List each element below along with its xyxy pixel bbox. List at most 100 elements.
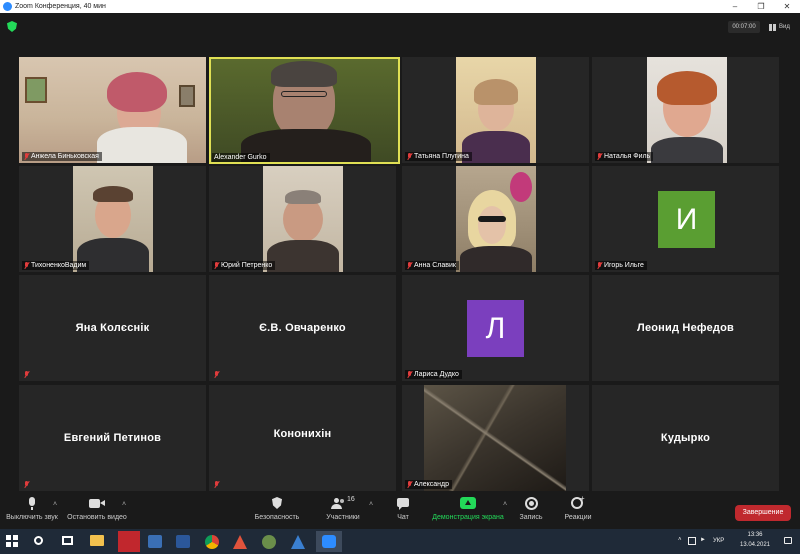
participant-video — [456, 166, 536, 272]
chat-button[interactable]: Чат — [390, 497, 416, 521]
network-icon[interactable] — [688, 537, 696, 545]
notifications-icon[interactable] — [784, 537, 792, 544]
close-icon[interactable]: ✕ — [774, 2, 800, 11]
app-icon[interactable] — [233, 535, 247, 549]
mute-button[interactable]: Выключить звук — [4, 497, 60, 521]
participant-video — [263, 166, 343, 272]
maximize-icon[interactable]: ❐ — [748, 2, 774, 11]
participant-name-label: Наталья Филь — [595, 152, 654, 161]
participant-name-label: Юрий Петренко — [212, 261, 276, 270]
participant-tile[interactable]: Анна Славик — [402, 166, 589, 272]
participant-avatar: Л — [467, 300, 524, 357]
mic-muted-icon — [407, 481, 412, 488]
mic-muted-icon — [214, 371, 219, 378]
volume-icon[interactable]: ► — [700, 537, 706, 543]
participant-tile[interactable]: Кудырко — [592, 385, 779, 491]
participant-tile[interactable]: Л Лариса Дудко — [402, 275, 589, 381]
language-indicator[interactable]: УКР — [713, 538, 724, 544]
participant-tile[interactable]: Юрий Петренко — [209, 166, 396, 272]
participant-big-name: Кононихін — [273, 427, 332, 440]
file-explorer-icon[interactable] — [90, 535, 104, 546]
participants-options-chevron-icon[interactable]: ˄ — [369, 501, 373, 508]
participants-count: 16 — [347, 496, 355, 503]
participant-tile[interactable]: Леонид Нефедов — [592, 275, 779, 381]
share-screen-button[interactable]: Демонстрация экрана — [430, 497, 506, 521]
mic-muted-icon — [407, 262, 412, 269]
security-label: Безопасность — [254, 514, 300, 521]
task-view-icon[interactable] — [62, 536, 73, 545]
participant-tile[interactable]: Александр — [402, 385, 589, 491]
stop-video-button[interactable]: Остановить видео — [66, 497, 128, 521]
participant-tile[interactable]: ТихоненкоВадим — [19, 166, 206, 272]
end-meeting-button[interactable]: Завершение — [735, 505, 791, 521]
participant-big-name: Евгений Петинов — [63, 432, 162, 444]
participant-video — [456, 57, 536, 163]
participant-tile[interactable]: Татьяна Плугина — [402, 57, 589, 163]
participant-silhouette — [474, 79, 518, 105]
grid-view-icon — [769, 23, 776, 31]
windows-taskbar: ˄ ► УКР 13:36 13.04.2021 — [0, 529, 800, 554]
word-icon[interactable] — [176, 535, 190, 548]
chrome-icon[interactable] — [205, 535, 219, 549]
participant-tile[interactable]: Є.В. Овчаренко — [209, 275, 396, 381]
zoom-taskbar-icon[interactable] — [316, 531, 342, 552]
acrobat-icon[interactable] — [118, 531, 140, 552]
participant-tile[interactable]: Яна Колєснік — [19, 275, 206, 381]
minimize-icon[interactable]: – — [722, 2, 748, 11]
participant-big-name: Яна Колєснік — [75, 322, 150, 334]
participant-tile[interactable]: Наталья Филь — [592, 57, 779, 163]
stop-video-label: Остановить видео — [67, 514, 127, 521]
ceiling-lines — [424, 385, 566, 491]
participant-silhouette — [657, 71, 717, 105]
clock-date[interactable]: 13.04.2021 — [734, 542, 776, 548]
participant-name-label: Лариса Дудко — [405, 370, 462, 379]
participant-silhouette — [460, 246, 532, 272]
window-title: Zoom Конференция, 40 мин — [15, 3, 106, 10]
mic-muted-icon — [407, 153, 412, 160]
save-app-icon[interactable] — [148, 535, 162, 548]
app-icon[interactable] — [262, 535, 276, 549]
participant-avatar: И — [658, 191, 715, 248]
participant-tile[interactable]: Кононихін — [209, 385, 396, 491]
window-titlebar: Zoom Конференция, 40 мин – ❐ ✕ — [0, 0, 800, 13]
share-screen-label: Демонстрация экрана — [432, 514, 504, 521]
security-button[interactable]: Безопасность — [252, 497, 302, 521]
meeting-timer: 00:07:00 — [728, 21, 760, 33]
tray-chevron-icon[interactable]: ˄ — [678, 537, 682, 543]
search-icon[interactable] — [34, 536, 43, 545]
windows-start-icon[interactable] — [6, 535, 18, 547]
mic-muted-icon — [597, 262, 602, 269]
participants-button[interactable]: 16 Участники — [320, 496, 366, 521]
participant-glasses — [281, 91, 327, 97]
participant-video — [19, 57, 206, 163]
participant-video — [647, 57, 727, 163]
record-button[interactable]: Запись — [516, 497, 546, 521]
participant-silhouette — [651, 137, 723, 163]
meeting-toolbar: Выключить звук ˄ Остановить видео ˄ Безо… — [0, 492, 800, 528]
participant-tile[interactable]: Евгений Петинов — [19, 385, 206, 491]
app-icon[interactable] — [291, 535, 305, 549]
participant-tile-active-speaker[interactable]: Alexander Gurko — [209, 57, 400, 164]
participant-tile[interactable]: И Игорь Ильге — [592, 166, 779, 272]
share-screen-icon — [460, 497, 476, 511]
participant-name-label — [212, 480, 222, 489]
encryption-shield-icon[interactable] — [7, 21, 17, 32]
participants-label: Участники — [326, 514, 360, 521]
shield-icon — [272, 497, 282, 511]
clock-time[interactable]: 13:36 — [742, 532, 768, 538]
share-options-chevron-icon[interactable]: ˄ — [503, 501, 507, 508]
mic-muted-icon — [597, 153, 602, 160]
mic-muted-icon — [24, 371, 29, 378]
view-button[interactable]: Вид — [769, 21, 790, 33]
participants-icon: 16 — [330, 496, 356, 511]
reactions-button[interactable]: + Реакции — [560, 494, 596, 521]
participant-silhouette — [107, 72, 167, 112]
audio-options-chevron-icon[interactable]: ˄ — [53, 501, 57, 508]
mic-muted-icon — [214, 481, 219, 488]
participant-silhouette — [462, 131, 530, 163]
participant-name-label — [22, 370, 32, 379]
participant-tile[interactable]: Анжела Биньковская — [19, 57, 206, 163]
participant-silhouette — [267, 240, 339, 272]
participant-name-label: ТихоненкоВадим — [22, 261, 90, 270]
video-options-chevron-icon[interactable]: ˄ — [122, 501, 126, 508]
